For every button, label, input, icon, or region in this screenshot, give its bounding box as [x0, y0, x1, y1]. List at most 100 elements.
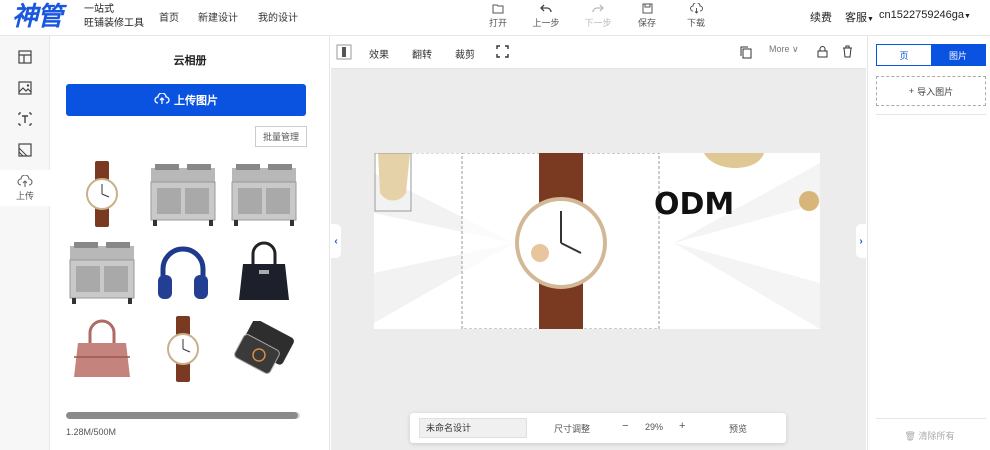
divider: [876, 114, 986, 115]
cloud-download-icon: [676, 2, 716, 16]
handbag-black-image: [239, 241, 289, 300]
import-image-label: 导入图片: [917, 86, 954, 97]
upload-image-button[interactable]: 上传图片: [66, 84, 306, 116]
canvas-text-odm[interactable]: ODM: [654, 187, 734, 222]
storage-usage: 1.28M/500M: [66, 427, 117, 437]
right-panel: 页 图片 + 导入图片 🗑 清除所有: [867, 36, 990, 450]
chevron-right-icon: ›: [859, 235, 863, 247]
folder-open-icon: [478, 3, 518, 16]
album-thumb-wireless-charger[interactable]: [226, 311, 302, 387]
fryer-image: [231, 164, 297, 226]
copy-icon[interactable]: [740, 46, 752, 62]
logo[interactable]: 神管: [12, 1, 74, 33]
design-canvas[interactable]: ODM: [374, 153, 820, 329]
album-thumb-fryer[interactable]: [145, 156, 221, 232]
download-button[interactable]: 下载: [676, 2, 716, 29]
effect-button[interactable]: 效果: [369, 46, 389, 61]
canvas-area: 效果 翻转 裁剪 More ∨ ‹ › ODM 未命名设计 尺寸调整 − 29%…: [331, 36, 866, 450]
text-icon: [18, 112, 32, 129]
album-thumb-headphones[interactable]: [145, 234, 221, 310]
import-image-button[interactable]: + 导入图片: [876, 76, 986, 106]
canvas-artwork: [374, 153, 820, 329]
divider: [876, 418, 986, 419]
username: cn1522759246ga: [879, 9, 965, 21]
cloud-upload-icon: [17, 173, 33, 191]
download-label: 下载: [686, 18, 705, 28]
canvas-toolbar: 效果 翻转 裁剪 More ∨: [331, 36, 866, 69]
background-icon: [18, 143, 32, 160]
watch-image: [167, 316, 199, 382]
logo-subtitle: 一站式 旺铺装修工具: [84, 3, 144, 31]
upload-image-label: 上传图片: [174, 95, 218, 107]
clear-all-button[interactable]: 🗑 清除所有: [868, 429, 990, 442]
preview-button[interactable]: 预览: [729, 422, 747, 435]
trash-icon: 🗑: [904, 431, 916, 441]
clear-all-label: 清除所有: [918, 431, 955, 441]
logo-subtitle-line1: 一站式: [84, 4, 114, 15]
sidebar-item-layout[interactable]: [0, 43, 50, 74]
chevron-left-icon: ‹: [334, 235, 338, 247]
album-thumb-fryer[interactable]: [226, 156, 302, 232]
service-label: 客服: [845, 12, 867, 24]
album-panel: 云相册 上传图片 批量管理 1.28M/500M: [50, 36, 330, 450]
save-label: 保存: [637, 18, 656, 28]
chevron-down-icon: ∨: [792, 44, 799, 54]
nav-new-design[interactable]: 新建设计: [198, 9, 238, 24]
collapse-left-button[interactable]: ‹: [331, 224, 341, 258]
collapse-right-button[interactable]: ›: [856, 224, 866, 258]
layout-icon: [18, 50, 32, 67]
size-adjust-button[interactable]: 尺寸调整: [554, 422, 590, 435]
chevron-down-icon: ▼: [867, 16, 874, 23]
service-menu[interactable]: 客服▼: [845, 9, 874, 25]
redo-icon: [578, 3, 618, 16]
tab-page[interactable]: 页: [877, 45, 931, 65]
sidebar-item-text[interactable]: [0, 105, 50, 136]
color-picker-icon[interactable]: [336, 44, 352, 63]
save-button[interactable]: 保存: [627, 3, 667, 29]
top-header: 神管 一站式 旺铺装修工具 首页 新建设计 我的设计 打开 上一步 下一步 保存…: [0, 0, 990, 36]
sidebar-item-background[interactable]: [0, 136, 50, 167]
fryer-image: [69, 242, 135, 304]
flip-button[interactable]: 翻转: [412, 46, 432, 61]
save-icon: [627, 3, 667, 16]
zoom-in-button[interactable]: +: [679, 420, 685, 432]
fullscreen-icon[interactable]: [496, 45, 509, 61]
plus-icon: +: [908, 86, 915, 96]
redo-label: 下一步: [584, 18, 612, 28]
album-thumb-handbag-black[interactable]: [226, 234, 302, 310]
undo-icon: [526, 3, 566, 16]
tab-image[interactable]: 图片: [931, 45, 985, 65]
canvas-bottom-bar: 未命名设计 尺寸调整 − 29% + 预览: [410, 413, 786, 443]
more-menu[interactable]: More ∨: [769, 44, 799, 55]
undo-button[interactable]: 上一步: [526, 3, 566, 29]
lock-icon[interactable]: [817, 45, 828, 61]
album-thumb-watch[interactable]: [145, 311, 221, 387]
renew-link[interactable]: 续费: [810, 9, 832, 25]
sidebar-item-image[interactable]: [0, 74, 50, 105]
album-thumb-watch[interactable]: [64, 156, 140, 232]
logo-subtitle-line2: 旺铺装修工具: [84, 18, 144, 29]
batch-manage-button[interactable]: 批量管理: [255, 126, 307, 147]
headphones-image: [158, 246, 208, 299]
open-label: 打开: [488, 18, 507, 28]
cloud-upload-icon: [154, 91, 170, 108]
user-menu[interactable]: cn1522759246ga▼: [879, 9, 971, 21]
open-button[interactable]: 打开: [478, 3, 518, 29]
storage-progress-bar: [66, 412, 300, 419]
design-name-input[interactable]: 未命名设计: [419, 418, 527, 438]
album-thumb-fryer[interactable]: [64, 234, 140, 310]
zoom-level: 29%: [645, 422, 664, 432]
image-icon: [18, 81, 32, 98]
nav-home[interactable]: 首页: [159, 9, 179, 24]
nav-my-designs[interactable]: 我的设计: [258, 9, 298, 24]
tool-sidebar: 上传: [0, 36, 50, 450]
crop-button[interactable]: 裁剪: [455, 46, 475, 61]
more-label: More: [769, 44, 790, 54]
album-thumb-handbag-pink[interactable]: [64, 311, 140, 387]
redo-button[interactable]: 下一步: [578, 3, 618, 29]
wireless-charger-image: [234, 321, 294, 374]
trash-icon[interactable]: [842, 45, 853, 61]
sidebar-item-upload[interactable]: 上传: [0, 170, 50, 206]
zoom-out-button[interactable]: −: [622, 420, 628, 432]
handbag-pink-image: [74, 319, 130, 377]
